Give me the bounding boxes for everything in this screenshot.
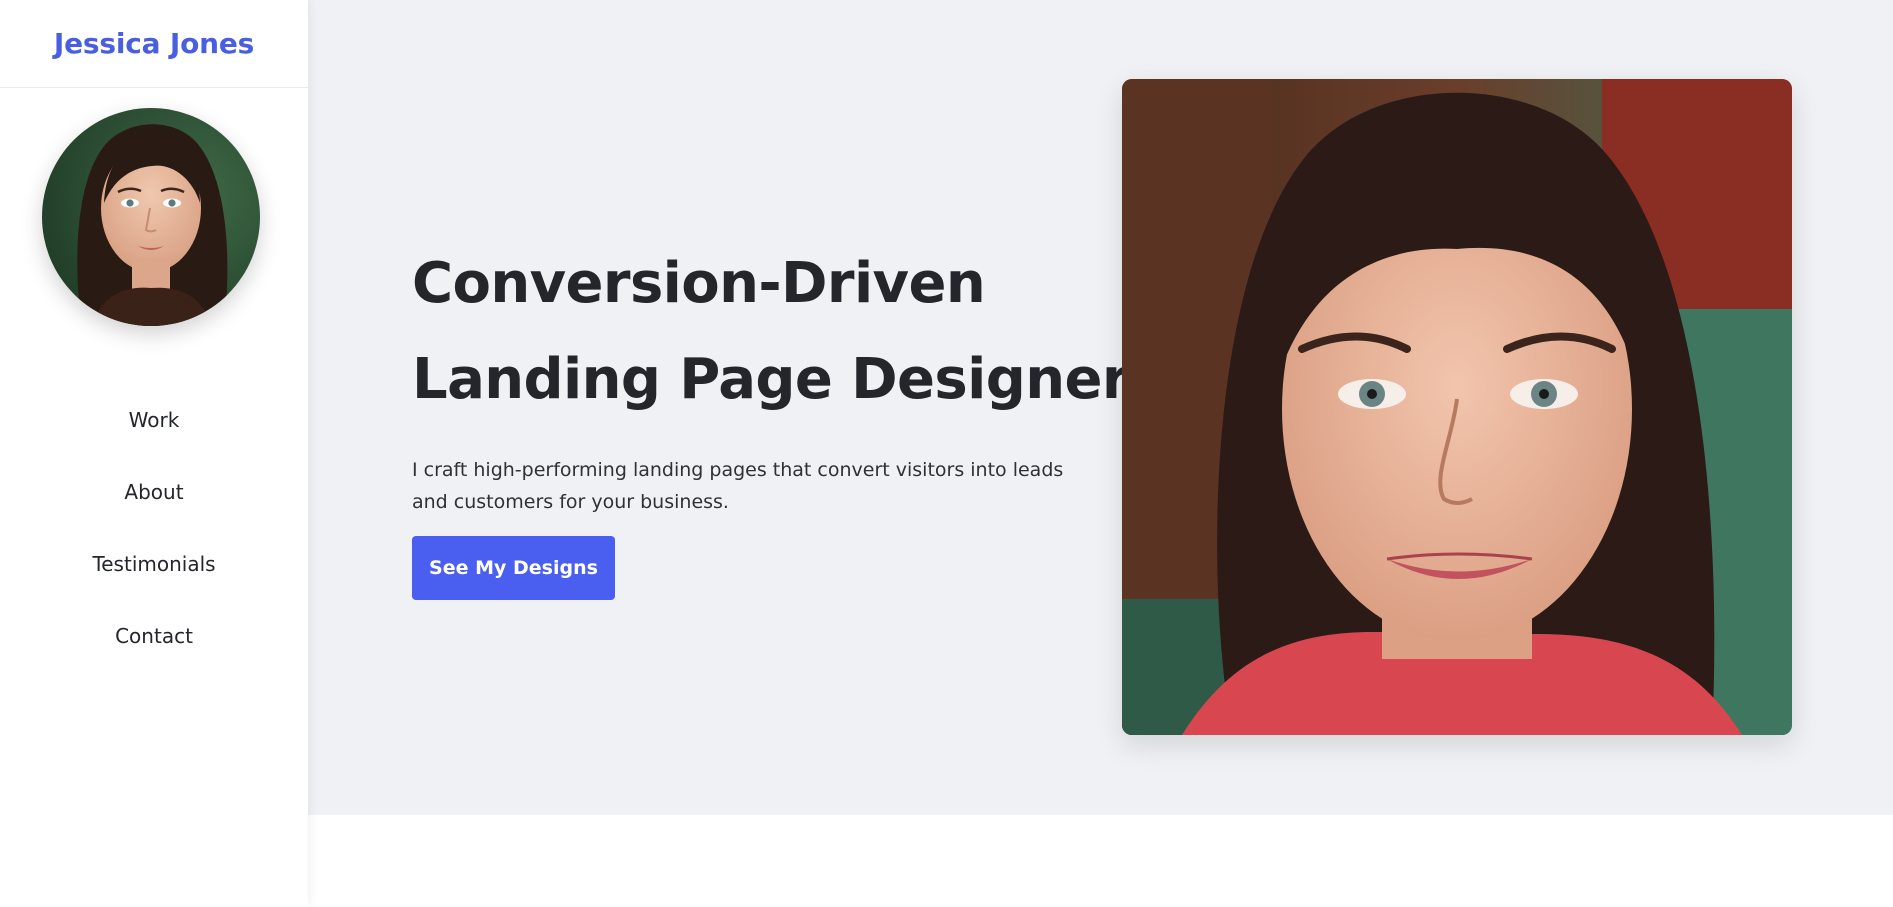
page-layout: Jessica Jones Work About Testimonials Co…	[0, 0, 1893, 907]
nav-item-label: About	[124, 480, 184, 504]
nav-item-label: Testimonials	[92, 552, 216, 576]
avatar	[42, 108, 260, 326]
nav-item-testimonials[interactable]: Testimonials	[0, 528, 308, 600]
brand-logo-link[interactable]: Jessica Jones	[54, 27, 254, 60]
hero-subtitle: I craft high-performing landing pages th…	[412, 459, 1064, 513]
see-my-designs-button[interactable]: See My Designs	[412, 536, 615, 600]
sidebar-nav: Work About Testimonials Contact	[0, 384, 308, 672]
nav-item-label: Contact	[115, 624, 193, 648]
nav-item-label: Work	[128, 408, 180, 432]
hero-portrait	[1122, 79, 1792, 735]
hero-title-line-1: Conversion-Driven	[412, 251, 986, 316]
nav-item-contact[interactable]: Contact	[0, 600, 308, 672]
avatar-portrait-icon	[42, 108, 260, 326]
sidebar: Jessica Jones Work About Testimonials Co…	[0, 0, 308, 907]
hero-text: Conversion-Driven Landing Page Designer …	[412, 236, 1130, 600]
section-below	[308, 815, 1893, 907]
brand-header: Jessica Jones	[0, 0, 308, 88]
hero-title: Conversion-Driven Landing Page Designer	[412, 236, 1130, 428]
hero-portrait-icon	[1122, 79, 1792, 735]
nav-item-work[interactable]: Work	[0, 384, 308, 456]
hero-section: Conversion-Driven Landing Page Designer …	[308, 0, 1893, 815]
nav-item-about[interactable]: About	[0, 456, 308, 528]
hero-title-line-2: Landing Page Designer	[412, 347, 1130, 412]
